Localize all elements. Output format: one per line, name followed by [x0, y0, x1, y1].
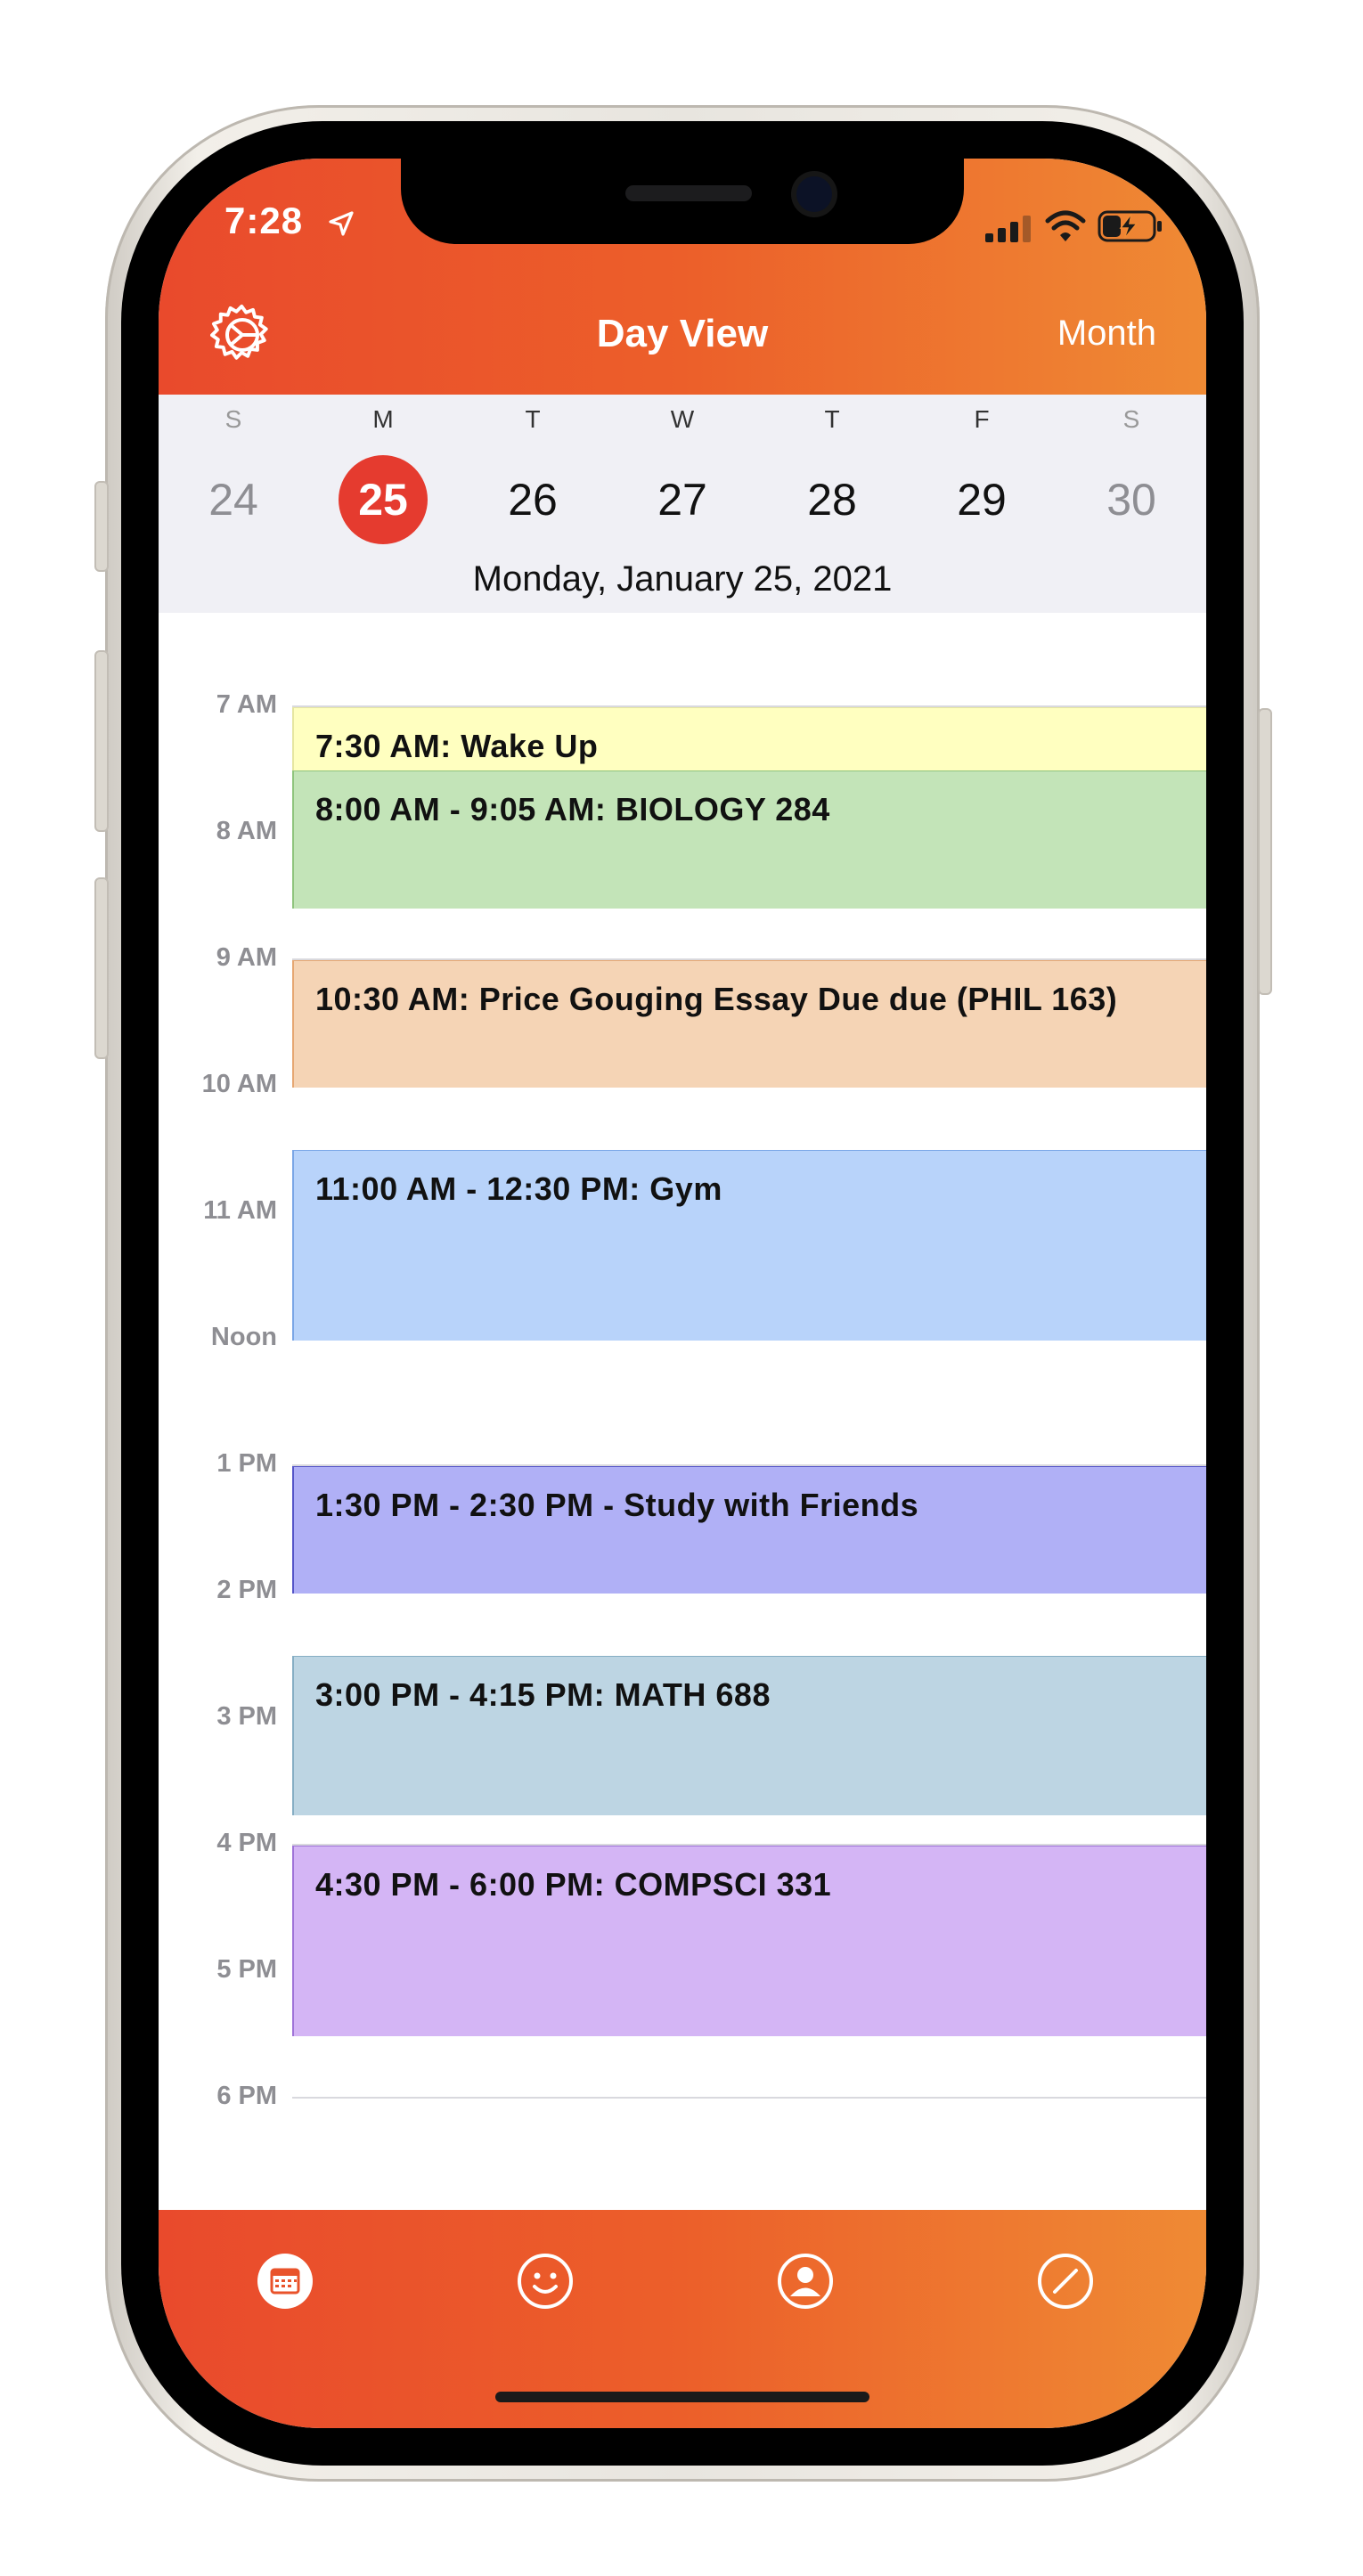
day-of-week-label: W [670, 405, 695, 433]
event-title: 7:30 AM: Wake Up [315, 728, 599, 764]
month-view-button[interactable]: Month [1057, 314, 1156, 354]
hour-label: 10 AM [201, 1070, 277, 1098]
hour-label: 5 PM [216, 1955, 277, 1984]
day-of-week-label: T [824, 405, 840, 433]
hour-label: 8 AM [216, 817, 277, 845]
front-camera [796, 176, 832, 212]
hour-label: 6 PM [216, 2082, 277, 2110]
volume-down-button [94, 877, 109, 1059]
hour-label: 9 AM [216, 943, 277, 972]
hour-label: 7 AM [216, 690, 277, 719]
person-icon[interactable] [777, 2253, 834, 2310]
hour-label: 1 PM [216, 1449, 277, 1478]
calendar-event[interactable]: 8:00 AM - 9:05 AM: BIOLOGY 284 [292, 770, 1206, 909]
event-title: 4:30 PM - 6:00 PM: COMPSCI 331 [315, 1866, 832, 1903]
day-of-week-label: S [1122, 405, 1140, 433]
day-number[interactable]: 30 [1087, 455, 1176, 544]
event-title: 11:00 AM - 12:30 PM: Gym [315, 1170, 722, 1207]
hour-label: 3 PM [216, 1702, 277, 1731]
event-title: 3:00 PM - 4:15 PM: MATH 688 [315, 1676, 771, 1713]
status-time: 7:28 [224, 200, 304, 241]
home-indicator[interactable] [495, 2392, 869, 2402]
compass-icon[interactable] [1037, 2253, 1094, 2310]
day-timeline[interactable]: 7 AM 8 AM 9 AM 10 AM 11 AM Noon 1 PM 2 PM 3 PM 4 … [159, 613, 1206, 2209]
calendar-event[interactable]: 1:30 PM - 2:30 PM - Study with Friends [292, 1466, 1206, 1594]
calendar-icon[interactable] [257, 2253, 314, 2310]
cellular-signal-icon [985, 216, 1031, 242]
day-number[interactable]: 24 [189, 455, 278, 544]
day-number[interactable]: 29 [937, 455, 1026, 544]
event-title: 10:30 AM: Price Gouging Essay Due due (P… [315, 981, 1118, 1017]
smiley-icon[interactable] [517, 2253, 574, 2310]
day-of-week-label: F [974, 405, 990, 433]
day-number[interactable]: 28 [788, 455, 877, 544]
day-number[interactable]: 26 [488, 455, 577, 544]
calendar-event[interactable]: 3:00 PM - 4:15 PM: MATH 688 [292, 1656, 1206, 1815]
hour-label: 4 PM [216, 1829, 277, 1857]
calendar-event[interactable]: 10:30 AM: Price Gouging Essay Due due (P… [292, 960, 1206, 1088]
hour-label: 11 AM [203, 1196, 277, 1225]
earpiece-speaker [625, 185, 752, 201]
day-of-week-label: S [224, 405, 242, 433]
silent-switch [94, 481, 109, 572]
day-of-week-label: T [525, 405, 541, 433]
calendar-event[interactable]: 11:00 AM - 12:30 PM: Gym [292, 1150, 1206, 1341]
event-title: 8:00 AM - 9:05 AM: BIOLOGY 284 [315, 791, 830, 827]
hour-gridline [292, 2097, 1206, 2099]
day-number[interactable]: 27 [638, 455, 727, 544]
volume-up-button [94, 650, 109, 832]
wifi-icon [1045, 210, 1086, 241]
battery-charging-icon [1098, 210, 1162, 242]
location-arrow-icon [329, 211, 354, 236]
week-strip: S 24 M 25 T 26 W 27 T 28 F 29 S 30 Monday, January 25… [159, 395, 1206, 613]
day-of-week-label: M [372, 405, 394, 433]
selected-date-label: Monday, January 25, 2021 [472, 559, 893, 599]
event-title: 1:30 PM - 2:30 PM - Study with Friends [315, 1487, 919, 1523]
selected-day-number[interactable]: 25 [339, 455, 428, 544]
power-button [1258, 708, 1272, 995]
notch [401, 159, 964, 244]
calendar-event[interactable]: 4:30 PM - 6:00 PM: COMPSCI 331 [292, 1846, 1206, 2036]
tab-bar [159, 2210, 1206, 2428]
hour-label: 2 PM [216, 1576, 277, 1604]
page-title: Day View [596, 312, 769, 355]
hour-label: Noon [210, 1323, 277, 1351]
phone-screen: 7:28 Day View Month S 24 M 25 T 26 W 27 … [159, 159, 1206, 2428]
